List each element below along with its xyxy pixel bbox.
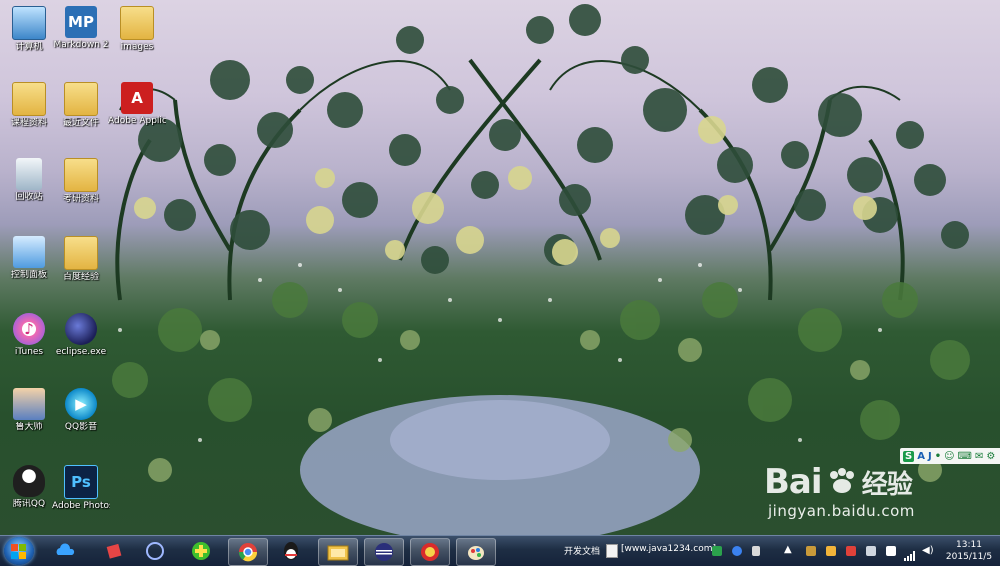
watermark-brand-right: 经验 <box>861 470 913 500</box>
baidu-jingyan-watermark: Bai 经验 jingyan.baidu.com <box>764 462 994 534</box>
desktop-icon-ludashi[interactable]: 鲁大师 <box>0 388 58 432</box>
desktop-icon-label: images <box>120 42 154 52</box>
eclipse-running-icon[interactable] <box>364 538 404 566</box>
folder-icon <box>64 158 98 192</box>
desktop-icon-qq[interactable]: 腾讯QQ <box>0 465 58 509</box>
desktop-icon-control-panel[interactable]: 控制面板 <box>0 236 58 280</box>
photoshop-icon: Ps <box>64 465 98 499</box>
youdao-icon[interactable] <box>96 538 134 564</box>
desktop-icon-markdownpad[interactable]: MP Markdown 2 <box>52 6 110 50</box>
sogou-tray-icon[interactable] <box>712 546 722 556</box>
paw-icon <box>827 467 857 495</box>
qq-pinned-icon[interactable] <box>272 538 310 564</box>
ludashi-pinned-icon[interactable] <box>410 538 450 566</box>
computer-icon <box>12 6 46 40</box>
folder-icon <box>120 6 154 40</box>
desktop-icon-computer[interactable]: 计算机 <box>0 6 58 52</box>
desktop-icon-baidu-jingyan[interactable]: 百度经验 <box>52 236 110 282</box>
clock-time: 13:11 <box>956 540 982 550</box>
desktop-icon-label: 百度经验 <box>62 272 99 282</box>
desktop-icon-course[interactable]: 课程资料 <box>0 82 58 128</box>
eclipse-pinned-icon[interactable] <box>136 538 174 564</box>
running-window-label-docs[interactable]: 开发文档 <box>564 544 600 557</box>
qq-icon <box>13 465 45 497</box>
running-window-label-java1234[interactable]: [www.java1234.com]. <box>621 544 719 554</box>
ime-logo-icon[interactable]: S <box>903 450 915 462</box>
garden-illustration <box>112 4 970 535</box>
360-icon[interactable] <box>182 538 220 564</box>
desktop-icon-label: iTunes <box>14 347 44 357</box>
control-panel-icon <box>13 236 45 268</box>
watermark-brand-left: Bai <box>764 462 823 502</box>
desktop-icon-label: 课程资料 <box>10 118 47 128</box>
desktop-icon-qqplayer[interactable]: ▶ QQ影音 <box>52 388 110 432</box>
ludashi-icon <box>13 388 45 420</box>
desktop-icon-label: 最近文件 <box>62 118 99 128</box>
ime-emoji-icon[interactable]: ☺ <box>944 451 954 462</box>
start-button[interactable] <box>4 537 34 565</box>
ime-keyboard-icon[interactable]: ⌨ <box>958 451 972 462</box>
recycle-bin-icon <box>16 158 42 190</box>
desktop-icon-adobe-applications[interactable]: A Adobe Applicati... <box>108 82 166 126</box>
network-signal-icon[interactable] <box>904 546 916 561</box>
itunes-icon: ♪ <box>13 313 45 345</box>
chrome-icon[interactable] <box>228 538 268 566</box>
explorer-icon[interactable] <box>318 538 358 566</box>
desktop-icon-photoshop[interactable]: Ps Adobe Photosh... <box>52 465 110 511</box>
system-clock[interactable]: 13:11 2015/11/5 <box>940 539 998 563</box>
desktop-icon-label: QQ影音 <box>64 422 98 432</box>
volume-icon[interactable]: ◀) <box>922 545 934 556</box>
desktop-icon-images[interactable]: images <box>108 6 166 52</box>
flag-tray-icon[interactable] <box>846 546 856 556</box>
eclipse-icon <box>65 313 97 345</box>
desktop-icon-label: eclipse.exe <box>55 347 107 357</box>
notification-tray-icon[interactable] <box>826 546 836 556</box>
ime-mail-icon[interactable]: ✉ <box>975 451 983 462</box>
desktop-icon-eclipse[interactable]: eclipse.exe <box>52 313 110 357</box>
desktop-icon-label: 鲁大师 <box>15 422 43 432</box>
ime-mode-icon[interactable]: A <box>917 451 925 462</box>
help-tray-icon[interactable] <box>732 546 742 556</box>
windows-logo-icon <box>11 544 26 559</box>
ime-punctuation-icon[interactable]: • <box>935 451 941 462</box>
desktop-icon-label: 考研资料 <box>62 194 99 204</box>
adobe-icon: A <box>121 82 153 114</box>
paint-icon[interactable] <box>456 538 496 566</box>
desktop-icon-label: Adobe Photosh... <box>52 501 110 511</box>
ime-settings-icon[interactable]: ⚙ <box>986 451 995 462</box>
desktop-icon-label: 计算机 <box>15 42 43 52</box>
baidu-tray-icon[interactable] <box>806 546 816 556</box>
desktop-icon-exam[interactable]: 考研资料 <box>52 158 110 204</box>
markdownpad-icon: MP <box>65 6 97 38</box>
desktop-wallpaper <box>0 0 1000 535</box>
action-center-tray-icon[interactable] <box>866 546 876 556</box>
pen-tray-icon[interactable] <box>752 546 760 556</box>
show-hidden-icons-icon[interactable]: ▲ <box>784 544 792 555</box>
folder-icon <box>64 236 98 270</box>
desktop-icon-label: 腾讯QQ <box>12 499 46 509</box>
notepad-icon[interactable] <box>606 544 618 558</box>
desktop-icon-label: 控制面板 <box>10 270 47 280</box>
desktop-icon-recent[interactable]: 最近文件 <box>52 82 110 128</box>
desktop-icon-label: Adobe Applicati... <box>108 116 166 126</box>
folder-icon <box>12 82 46 116</box>
desktop-icon-recycle-bin[interactable]: 回收站 <box>0 158 58 202</box>
taskbar: 开发文档 [www.java1234.com]. ▲ ◀) 13:11 2015… <box>0 535 1000 566</box>
desktop-icon-itunes[interactable]: ♪ iTunes <box>0 313 58 357</box>
windows-tray-icon[interactable] <box>886 546 896 556</box>
folder-icon <box>64 82 98 116</box>
baidu-cloud-icon[interactable] <box>46 538 84 564</box>
desktop-icon-label: Markdown 2 <box>53 40 109 50</box>
clock-date: 2015/11/5 <box>945 552 993 562</box>
ime-half-width-icon[interactable]: J <box>928 451 932 462</box>
desktop-icon-label: 回收站 <box>15 192 43 202</box>
qqplayer-icon: ▶ <box>65 388 97 420</box>
watermark-site: jingyan.baidu.com <box>768 502 915 520</box>
